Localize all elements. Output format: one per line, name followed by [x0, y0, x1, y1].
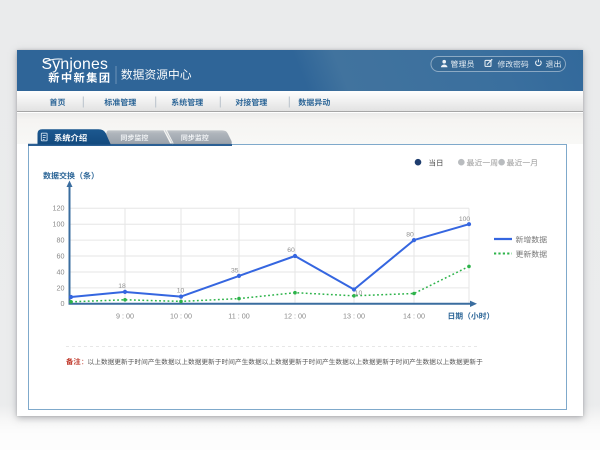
svg-text:100: 100	[459, 216, 471, 223]
svg-text:35: 35	[231, 267, 239, 274]
svg-text:0: 0	[61, 299, 65, 308]
svg-text:60: 60	[287, 247, 295, 254]
svg-text:80: 80	[57, 236, 65, 245]
svg-text:11 : 00: 11 : 00	[228, 311, 249, 320]
svg-text:60: 60	[57, 251, 65, 260]
svg-text:20: 20	[57, 283, 65, 292]
svg-text:100: 100	[53, 220, 65, 229]
svg-text:13 : 00: 13 : 00	[343, 311, 365, 320]
svg-text:10: 10	[355, 290, 363, 297]
svg-text:Synjones: Synjones	[42, 56, 109, 73]
svg-text:40: 40	[57, 267, 65, 276]
svg-text:10: 10	[177, 288, 185, 295]
svg-text:80: 80	[406, 232, 414, 239]
svg-text:10 : 00: 10 : 00	[170, 311, 192, 320]
svg-text:18: 18	[118, 283, 126, 290]
svg-text:120: 120	[53, 204, 65, 213]
svg-text:9 : 00: 9 : 00	[116, 311, 134, 320]
svg-text:12 : 00: 12 : 00	[284, 311, 306, 320]
svg-text:14 : 00: 14 : 00	[403, 311, 425, 320]
